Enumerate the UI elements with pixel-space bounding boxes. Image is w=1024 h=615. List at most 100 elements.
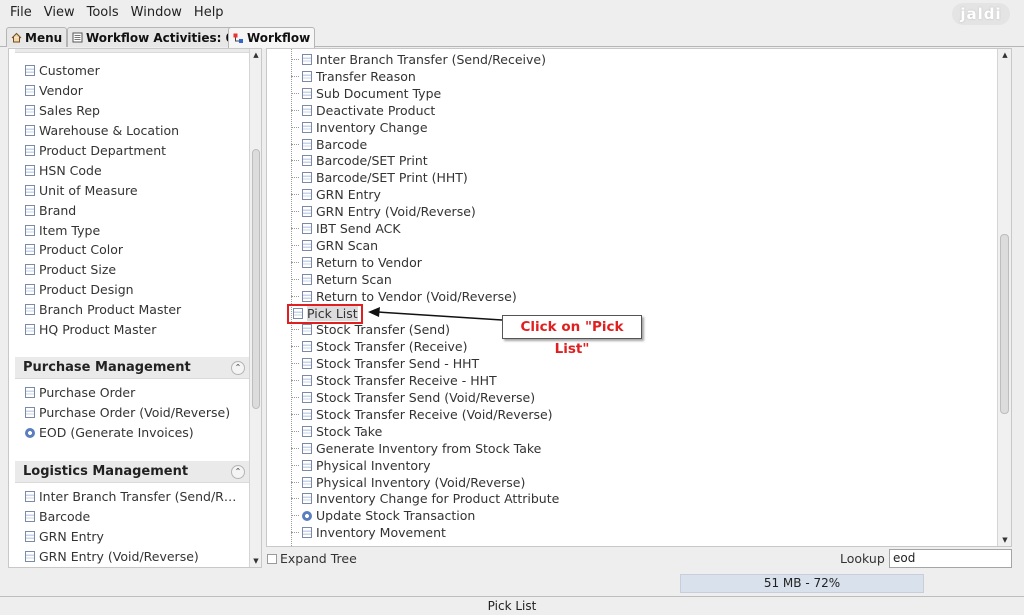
tree-node-label: Inventory Change [316,119,428,135]
purchase-header[interactable]: Purchase Management ⌃ [15,357,251,379]
tree-node-deactivate-product[interactable]: Deactivate Product [291,102,435,119]
tree-node-label: Physical Inventory [316,457,431,473]
menu-item-customer[interactable]: Customer [15,61,251,81]
menu-item-grn-entry[interactable]: GRN Entry [15,527,251,547]
document-icon [72,32,83,43]
document-icon [302,476,312,488]
tree-node-label: Return to Vendor [316,254,422,270]
expand-tree-checkbox[interactable] [267,553,277,564]
expand-tree-toggle[interactable]: Expand Tree [267,551,357,566]
menu-panel: Customer Vendor Sales Rep Warehouse & Locat… [8,48,262,568]
tree-node-grn-entry[interactable]: GRN Entry [291,186,381,203]
document-icon [302,206,312,218]
tree-node-label: Inventory Change for Product Attribute [316,491,560,507]
menu-item-barcode[interactable]: Barcode [15,507,251,527]
document-icon [302,189,312,201]
tree-scrollbar[interactable]: ▲ ▼ [997,49,1011,546]
menu-item-item-type[interactable]: Item Type [15,220,251,240]
tree-node-return-to-vendor[interactable]: Return to Vendor [291,254,422,271]
tree-node-label: Deactivate Product [316,102,436,118]
tree-node-barcode[interactable]: Barcode [291,136,367,153]
tree-node-generate-inventory-from-stock-take[interactable]: Generate Inventory from Stock Take [291,440,541,457]
menu-item-grn-void[interactable]: GRN Entry (Void/Reverse) [15,547,251,567]
document-icon [302,442,312,454]
tree-node-inventory-movement[interactable]: Inventory Movement [291,524,446,541]
tree-node-label: Inventory Movement [316,525,446,541]
menu-item-purchase-order[interactable]: Purchase Order [15,383,251,403]
tree-node-physical-inventory[interactable]: Physical Inventory [291,457,431,474]
menu-item-sales-rep[interactable]: Sales Rep [15,101,251,121]
menu-item-unit-of-measure[interactable]: Unit of Measure [15,180,251,200]
menu-file[interactable]: File [4,5,38,20]
tree-node-return-to-vendor-void-reverse[interactable]: Return to Vendor (Void/Reverse) [291,288,517,305]
tree-node-stock-transfer-send-hht[interactable]: Stock Transfer Send - HHT [291,355,479,372]
menu-item-product-design[interactable]: Product Design [15,280,251,300]
tab-workflow-activities[interactable]: Workflow Activities: 0 [67,27,239,47]
tree-node-sub-document-type[interactable]: Sub Document Type [291,85,441,102]
memory-indicator[interactable]: 51 MB - 72% [680,574,924,593]
menu-item-hq-product-master[interactable]: HQ Product Master [15,320,251,340]
document-icon [302,172,312,184]
document-icon [25,551,35,563]
scroll-up-icon[interactable]: ▲ [250,49,261,61]
scroll-down-icon[interactable]: ▼ [250,555,261,567]
menu-item-branch-product-master[interactable]: Branch Product Master [15,300,251,320]
document-icon [25,264,35,276]
left-scrollbar[interactable]: ▲ ▼ [249,49,261,567]
scroll-thumb[interactable] [252,149,260,409]
document-icon [25,511,35,523]
tree-node-barcode-set-print[interactable]: Barcode/SET Print [291,152,428,169]
tab-workflow-label: Workflow [247,31,311,45]
tree-node-inter-branch-transfer-send-receive[interactable]: Inter Branch Transfer (Send/Receive) [291,51,546,68]
tree-node-label: Stock Transfer Send - HHT [316,356,480,372]
tree-node-stock-transfer-receive-hht[interactable]: Stock Transfer Receive - HHT [291,372,497,389]
menu-item-product-size[interactable]: Product Size [15,260,251,280]
tree-node-physical-inventory-void-reverse[interactable]: Physical Inventory (Void/Reverse) [291,474,525,491]
tree-node-transfer-reason[interactable]: Transfer Reason [291,68,416,85]
menu-item-product-department[interactable]: Product Department [15,141,251,161]
tab-workflow-activities-label: Workflow Activities: 0 [86,30,234,45]
document-icon [25,244,35,256]
menu-tools[interactable]: Tools [81,5,125,20]
tree-node-barcode-set-print-hht[interactable]: Barcode/SET Print (HHT) [291,169,468,186]
tree-node-label: Generate Inventory from Stock Take [316,440,542,456]
tree-node-inventory-change[interactable]: Inventory Change [291,119,428,136]
workflow-tree: Inter Branch Transfer (Send/Receive) Tran… [266,48,1012,547]
document-icon [302,341,312,353]
menu-item-hsn-code[interactable]: HSN Code [15,160,251,180]
tree-node-stock-transfer-send-void-reverse[interactable]: Stock Transfer Send (Void/Reverse) [291,389,535,406]
tree-node-update-stock-transaction[interactable]: Update Stock Transaction [291,507,475,524]
scroll-up-icon[interactable]: ▲ [998,49,1011,61]
tree-node-grn-entry-void-reverse[interactable]: GRN Entry (Void/Reverse) [291,203,476,220]
menu-item-eod[interactable]: EOD (Generate Invoices) [15,423,251,443]
lookup-input[interactable]: eod [889,549,1012,568]
menu-item-product-color[interactable]: Product Color [15,240,251,260]
logistics-header[interactable]: Logistics Management ⌃ [15,461,251,483]
menu-window[interactable]: Window [125,5,188,20]
collapse-icon[interactable]: ⌃ [231,465,245,479]
tab-menu[interactable]: Menu [6,27,68,47]
menu-item-vendor[interactable]: Vendor [15,81,251,101]
document-icon [302,121,312,133]
tree-node-return-scan[interactable]: Return Scan [291,271,392,288]
tab-workflow[interactable]: Workflow [228,27,316,48]
menu-item-warehouse-location[interactable]: Warehouse & Location [15,121,251,141]
menu-item-purchase-order-void[interactable]: Purchase Order (Void/Reverse) [15,403,251,423]
menu-item-ibt[interactable]: Inter Branch Transfer (Send/R… [15,487,251,507]
tree-node-grn-scan[interactable]: GRN Scan [291,237,378,254]
menu-view[interactable]: View [38,5,81,20]
scroll-down-icon[interactable]: ▼ [998,534,1011,546]
tree-node-stock-transfer-receive-void-reverse[interactable]: Stock Transfer Receive (Void/Reverse) [291,406,553,423]
tree-node-inventory-change-for-product-attribute[interactable]: Inventory Change for Product Attribute [291,490,559,507]
tree-node-stock-take[interactable]: Stock Take [291,423,382,440]
document-icon [302,459,312,471]
menu-item-brand[interactable]: Brand [15,200,251,220]
tree-node-ibt-send-ack[interactable]: IBT Send ACK [291,220,401,237]
document-icon [25,324,35,336]
scroll-thumb[interactable] [1000,234,1009,414]
collapse-icon[interactable]: ⌃ [231,361,245,375]
expand-tree-label: Expand Tree [280,551,357,566]
menu-help[interactable]: Help [188,5,230,20]
tree-node-stock-transfer-send[interactable]: Stock Transfer (Send) [291,321,450,338]
tree-node-stock-transfer-receive[interactable]: Stock Transfer (Receive) [291,338,468,355]
